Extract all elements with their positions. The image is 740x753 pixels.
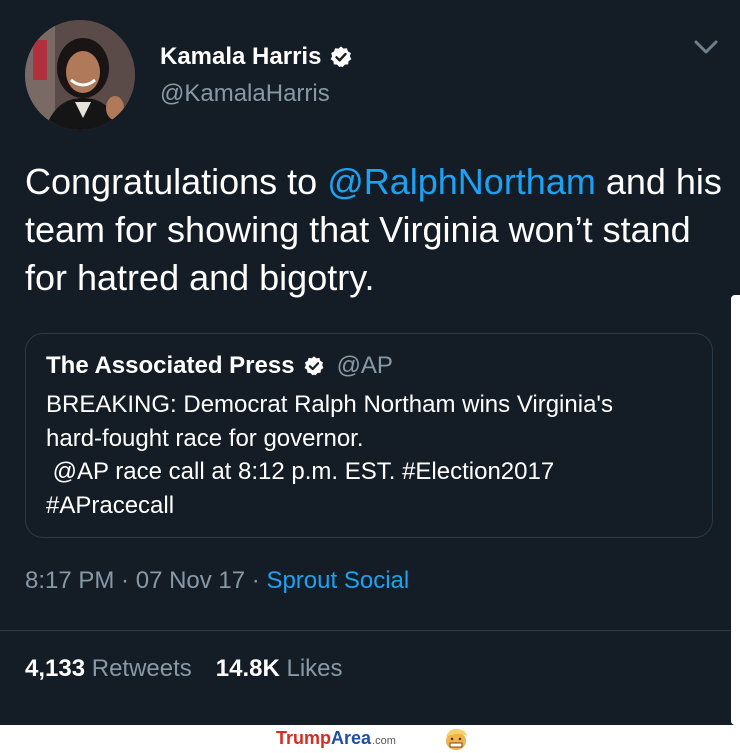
engagement-stats: 4,133 Retweets 14.8K Likes (25, 655, 367, 683)
quoted-text-line: #APracecall (46, 491, 175, 519)
retweets-count: 4,133 (25, 655, 86, 682)
tweet-text-start: Congratulations to (25, 161, 328, 202)
avatar[interactable] (25, 20, 135, 130)
likes-label: Likes (286, 655, 343, 682)
meta-separator: · (245, 567, 267, 594)
quoted-text-line: BREAKING: Democrat Ralph Northam wins Vi… (46, 391, 613, 418)
author-handle[interactable]: @KamalaHarris (160, 80, 330, 108)
chevron-down-icon[interactable] (692, 38, 720, 58)
scrollbar[interactable] (731, 295, 740, 725)
quoted-text-line: hard-fought race for governor. (46, 424, 364, 452)
verified-badge-icon (304, 356, 324, 376)
tweet-metadata: 8:17 PM · 07 Nov 17 · Sprout Social (25, 567, 409, 595)
quoted-author-name: The Associated Press (46, 352, 295, 379)
watermark-part-1: Trump (276, 728, 332, 748)
watermark: Trump Area .com (276, 728, 396, 749)
tweet-time: 8:17 PM (25, 567, 115, 594)
author-name[interactable]: Kamala Harris (160, 43, 321, 71)
mention-link[interactable]: @RalphNortham (327, 161, 596, 202)
quoted-author-handle: @AP (336, 352, 393, 379)
divider (0, 630, 740, 631)
quoted-tweet-text: BREAKING: Democrat Ralph Northam wins Vi… (46, 388, 686, 522)
watermark-part-2: Area (331, 728, 372, 748)
likes-stat[interactable]: 14.8K Likes (216, 655, 343, 683)
verified-badge-icon (331, 46, 352, 68)
source-link[interactable]: Sprout Social (266, 567, 409, 594)
retweets-stat[interactable]: 4,133 Retweets (25, 655, 192, 683)
quoted-text-line: @AP race call at 8:12 p.m. EST. #Electio… (46, 458, 555, 485)
meta-separator: · (114, 567, 136, 594)
likes-count: 14.8K (215, 655, 280, 682)
tweet-text: Congratulations to @RalphNortham and his… (25, 158, 725, 302)
quoted-tweet-header: The Associated Press @AP (46, 352, 393, 380)
watermark-part-3: .com (372, 735, 396, 747)
tweet-date: 07 Nov 17 (135, 567, 246, 594)
author-name-row[interactable]: Kamala Harris (160, 43, 353, 71)
watermark-bar: Trump Area .com (0, 725, 740, 753)
retweets-label: Retweets (91, 655, 192, 682)
avatar-image (25, 20, 135, 130)
trump-face-icon (446, 728, 467, 750)
tweet-card: Kamala Harris @KamalaHarris Congratulati… (0, 0, 740, 725)
quoted-tweet[interactable]: The Associated Press @AP BREAKING: Democ… (25, 333, 713, 538)
